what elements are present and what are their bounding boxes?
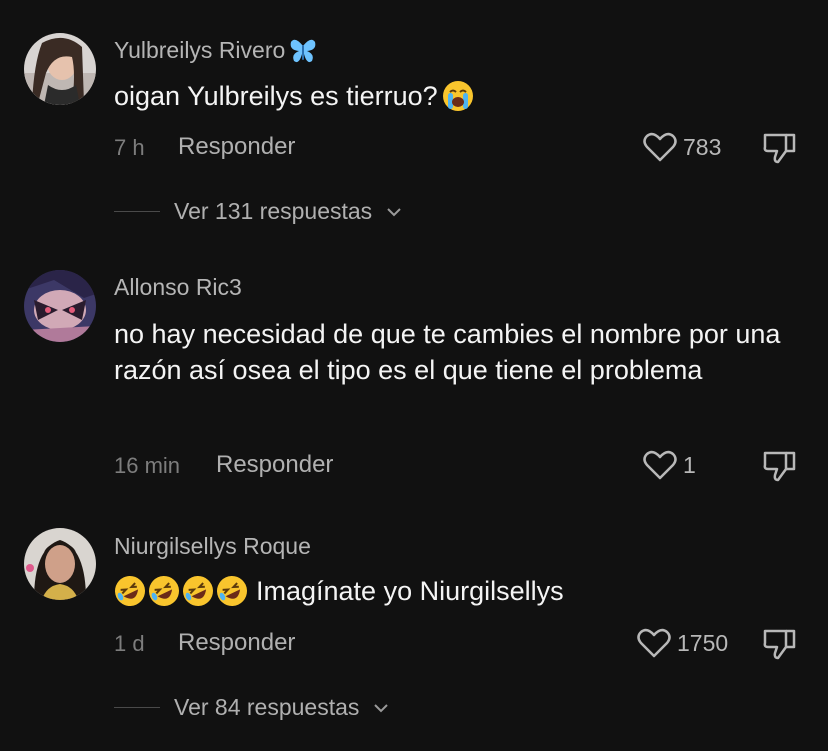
username[interactable]: Niurgilsellys Roque: [114, 533, 311, 560]
comment-time: 1 d: [114, 631, 145, 656]
like-count: 1750: [677, 629, 729, 656]
chevron-down-icon: [374, 703, 389, 712]
heart-icon: [637, 628, 671, 658]
thumbs-down-icon: [763, 629, 796, 660]
rolling-on-floor-laughing-emoji-icon: [216, 575, 248, 607]
rolling-on-floor-laughing-emoji-icon: [182, 575, 214, 607]
rolling-on-floor-laughing-emoji-icon: [148, 575, 180, 607]
username-text: Niurgilsellys Roque: [114, 533, 311, 559]
comment-text: Imagínate yo Niurgilsellys: [114, 573, 794, 609]
rolling-on-floor-laughing-emoji-icon: [114, 575, 146, 607]
reply-button[interactable]: Responder: [178, 629, 295, 657]
dislike-button[interactable]: [762, 627, 798, 666]
view-replies-button[interactable]: Ver 84 respuestas: [114, 694, 389, 721]
view-replies-label: Ver 84 respuestas: [174, 694, 360, 720]
comment-text-content: Imagínate yo Niurgilsellys: [256, 576, 564, 606]
avatar[interactable]: [24, 528, 96, 600]
like-button[interactable]: 1750: [637, 627, 728, 659]
comment-3: Niurgilsellys Roque Imagínate yo Niurgil…: [0, 0, 828, 751]
divider-line: [114, 707, 160, 708]
